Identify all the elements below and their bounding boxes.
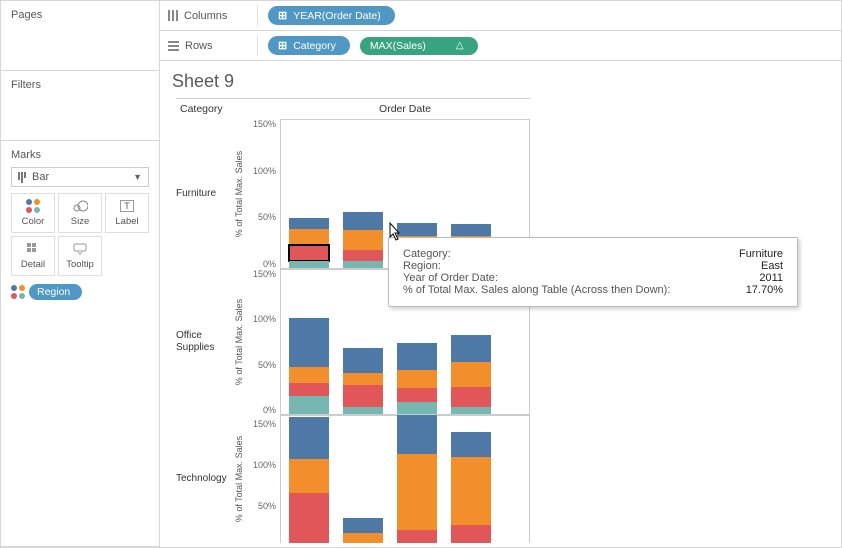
y-ticks: 150%100%50%0% [248, 119, 280, 269]
marks-type-select[interactable]: Bar ▼ [11, 167, 149, 187]
segment-west[interactable] [289, 218, 329, 229]
row-label: Furniture [172, 119, 230, 269]
segment-south[interactable] [289, 229, 329, 245]
y-ticks: 150%100%50%0% [248, 269, 280, 415]
bar-2011[interactable] [289, 318, 329, 414]
marks-card: Marks Bar ▼ Color Size T [1, 141, 160, 547]
columns-year-pill[interactable]: ⊞ YEAR(Order Date) [268, 6, 395, 25]
detail-icon [27, 242, 39, 256]
segment-east-highlighted[interactable] [289, 245, 329, 261]
bar-group[interactable] [280, 415, 529, 543]
category-column-header: Category [176, 98, 280, 119]
color-dots-icon [11, 285, 25, 299]
marks-detail-button[interactable]: Detail [11, 236, 55, 276]
rows-shelf-label: Rows [168, 35, 258, 56]
color-dots-icon [26, 199, 40, 213]
expand-icon: ⊞ [278, 9, 287, 22]
segment-central[interactable] [289, 261, 329, 268]
marks-tooltip-button[interactable]: Tooltip [58, 236, 102, 276]
table-calc-icon: △ [456, 40, 464, 51]
main-area: Columns ⊞ YEAR(Order Date) Rows ⊞ Catego… [160, 1, 841, 547]
marks-grid: Color Size T Label Detail Tooltip [11, 193, 149, 276]
y-ticks: 150%100%50% [248, 415, 280, 543]
marks-color-button[interactable]: Color [11, 193, 55, 233]
filters-shelf[interactable]: Filters [1, 71, 160, 141]
pages-title: Pages [11, 9, 149, 21]
rows-category-pill[interactable]: ⊞ Category [268, 36, 350, 55]
label-icon: T [120, 199, 134, 213]
row-label: Office Supplies [172, 269, 230, 415]
marks-size-button[interactable]: Size [58, 193, 102, 233]
bar-2012[interactable] [343, 348, 383, 414]
columns-shelf[interactable]: Columns ⊞ YEAR(Order Date) [160, 1, 841, 31]
chevron-down-icon: ▼ [133, 172, 142, 182]
size-icon [72, 199, 88, 213]
bar-2012[interactable] [343, 518, 383, 543]
sheet-title[interactable]: Sheet 9 [172, 71, 829, 92]
marks-label-button[interactable]: T Label [105, 193, 149, 233]
sheet-view: Sheet 9 Category Order Date Furniture % … [160, 61, 841, 547]
y-axis-label: % of Total Max. Sales [230, 119, 248, 269]
bar-2014[interactable] [451, 432, 491, 543]
rows-maxsales-pill[interactable]: MAX(Sales) △ [360, 37, 478, 55]
pages-shelf[interactable]: Pages [1, 1, 160, 71]
app-root: Pages Filters Marks Bar ▼ Color [0, 0, 842, 548]
row-label: Technology [172, 415, 230, 543]
tooltip-icon [73, 242, 87, 256]
order-date-column-header: Order Date [280, 98, 530, 119]
bar-2011[interactable] [289, 417, 329, 543]
chart-row-technology: Technology % of Total Max. Sales 150%100… [172, 415, 829, 543]
tooltip-popup: Category:Furniture Region:East Year of O… [388, 237, 798, 307]
bar-2014[interactable] [451, 335, 491, 414]
bar-2012[interactable] [343, 212, 383, 268]
columns-icon [168, 10, 178, 21]
rows-icon [168, 41, 179, 51]
marks-type-label: Bar [32, 171, 49, 183]
chart-area[interactable]: Furniture % of Total Max. Sales 150%100%… [172, 119, 829, 543]
columns-shelf-label: Columns [168, 5, 258, 26]
y-axis-label: % of Total Max. Sales [230, 269, 248, 415]
filters-title: Filters [11, 79, 149, 91]
rows-shelf[interactable]: Rows ⊞ Category MAX(Sales) △ [160, 31, 841, 61]
y-axis-label: % of Total Max. Sales [230, 415, 248, 543]
pointer-cursor-icon [384, 221, 404, 248]
bar-2011[interactable] [289, 218, 329, 268]
marks-title: Marks [11, 149, 149, 161]
bar-2013[interactable] [397, 415, 437, 543]
bar-chart-icon [18, 172, 26, 183]
left-sidebar: Pages Filters Marks Bar ▼ Color [1, 1, 160, 547]
bar-2013[interactable] [397, 343, 437, 414]
expand-icon: ⊞ [278, 39, 287, 52]
chart-header: Category Order Date [172, 98, 829, 119]
region-color-pill[interactable]: Region [29, 284, 82, 300]
